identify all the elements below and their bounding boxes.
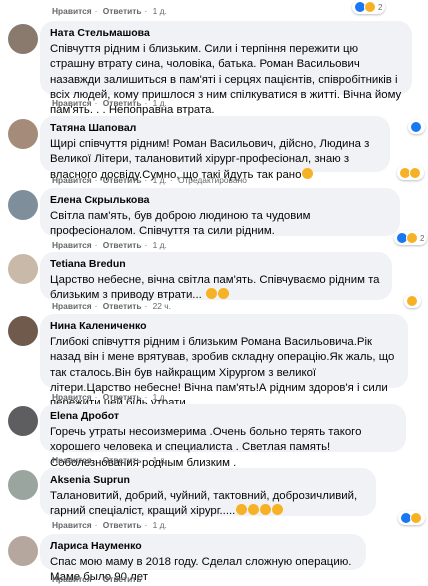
sad-reaction-icon <box>364 1 376 13</box>
like-link[interactable]: Нравится <box>52 520 92 530</box>
comment-author[interactable]: Лариса Науменко <box>50 540 356 553</box>
comment-meta: Нравится · Ответить · 1 д. · Отредактирован… <box>52 175 247 185</box>
comment-author[interactable]: Ната Стельмашова <box>50 27 402 40</box>
comment-text: Світла пам'ять, був доброю людиною та чу… <box>50 210 311 238</box>
comment-bubble: Нина Калениченко Глибокі співчуття рідни… <box>40 314 408 409</box>
sad-emoji-icon <box>205 288 217 300</box>
reaction-count: 2 <box>420 233 425 243</box>
comment-meta: Нравится · Ответить · 1 д. <box>52 520 167 530</box>
sad-emoji-icon <box>236 504 248 516</box>
like-link[interactable]: Нравится <box>52 392 92 402</box>
avatar[interactable] <box>8 190 38 220</box>
avatar[interactable] <box>8 406 38 436</box>
comment-meta: Нравится · Ответить <box>52 574 142 584</box>
reaction-badge[interactable] <box>408 120 425 134</box>
like-link[interactable]: Нравится <box>52 574 92 584</box>
sad-emoji-icon <box>260 504 272 516</box>
comment-meta: Нравится · Ответить · 1 д. <box>52 392 167 402</box>
comment-bubble: Tetiana Bredun Царство небесне, вічна св… <box>40 252 392 301</box>
comment-text: Царство небесне, вічна світла пам'ять. С… <box>50 274 380 302</box>
avatar[interactable] <box>8 316 38 346</box>
comment-author[interactable]: Tetiana Bredun <box>50 258 382 271</box>
reply-link[interactable]: Ответить <box>103 6 142 16</box>
timestamp[interactable]: 1 д. <box>153 455 167 465</box>
like-link[interactable]: Нравится <box>52 240 92 250</box>
comment-author[interactable]: Нина Калениченко <box>50 320 398 333</box>
avatar[interactable] <box>8 536 38 566</box>
reply-link[interactable]: Ответить <box>103 98 142 108</box>
reply-link[interactable]: Ответить <box>103 455 142 465</box>
timestamp[interactable]: 1 д. <box>153 240 167 250</box>
comment-author[interactable]: Елена Скрылькова <box>50 194 390 207</box>
timestamp[interactable]: 1 д. <box>153 392 167 402</box>
sad-emoji-icon <box>302 167 314 179</box>
comment-meta: Нравится · Ответить · 1 д. <box>52 455 167 465</box>
reply-link[interactable]: Ответить <box>103 175 142 185</box>
timestamp[interactable]: 22 ч. <box>153 301 171 311</box>
comment-bubble: Татяна Шаповал Щирі співчуття рідним! Ро… <box>40 116 390 181</box>
like-link[interactable]: Нравится <box>52 455 92 465</box>
edited-label: Отредактировано <box>177 175 247 185</box>
comment-author[interactable]: Aksenia Suprun <box>50 474 366 487</box>
sad-reaction-icon <box>406 232 418 244</box>
like-link[interactable]: Нравится <box>52 175 92 185</box>
timestamp[interactable]: 1 д. <box>153 98 167 108</box>
avatar[interactable] <box>8 470 38 500</box>
like-link[interactable]: Нравится <box>52 98 92 108</box>
like-link[interactable]: Нравится <box>52 6 92 16</box>
reply-link[interactable]: Ответить <box>103 392 142 402</box>
comment-author[interactable]: Elena Дробот <box>50 410 396 423</box>
sad-emoji-icon <box>272 504 284 516</box>
sad-emoji-icon <box>248 504 260 516</box>
comment-bubble: Aksenia Suprun Талановитий, добрий, чуйн… <box>40 468 376 517</box>
reaction-badge[interactable] <box>398 511 425 525</box>
like-reaction-icon <box>410 121 422 133</box>
comment-meta: Нравится · Ответить · 22 ч. <box>52 301 171 311</box>
reply-link[interactable]: Ответить <box>103 574 142 584</box>
sad-reaction-icon <box>410 512 422 524</box>
sad-reaction-icon <box>406 295 418 307</box>
comment-bubble: Elena Дробот Горечь утраты несоизмерима … <box>40 404 406 469</box>
reaction-badge[interactable] <box>397 166 424 180</box>
comment-meta: Нравится · Ответить · 1 д. <box>52 240 167 250</box>
comment-bubble: Лариса Науменко Спас мою маму в 2018 год… <box>40 534 366 583</box>
comment-bubble: Ната Стельмашова Співчуття рідним і близ… <box>40 21 412 116</box>
reaction-badge[interactable]: 2 <box>394 231 428 245</box>
sad-emoji-icon <box>217 288 229 300</box>
timestamp[interactable]: 1 д. <box>153 520 167 530</box>
reaction-badge[interactable] <box>404 294 421 308</box>
avatar[interactable] <box>8 254 38 284</box>
comment-meta-top: Нравится · Ответить · 1 д. <box>52 6 167 16</box>
reply-link[interactable]: Ответить <box>103 301 142 311</box>
comment-text: Талановитий, добрий, чуйний, тактовний, … <box>50 490 358 518</box>
sad-reaction-icon <box>409 167 421 179</box>
reaction-badge[interactable]: 2 <box>352 0 386 14</box>
comment-bubble: Елена Скрылькова Світла пам'ять, був доб… <box>40 188 400 237</box>
comment-author[interactable]: Татяна Шаповал <box>50 122 380 135</box>
comment-meta: Нравится · Ответить · 1 д. <box>52 98 167 108</box>
avatar[interactable] <box>8 24 38 54</box>
reply-link[interactable]: Ответить <box>103 240 142 250</box>
reply-link[interactable]: Ответить <box>103 520 142 530</box>
timestamp[interactable]: 1 д. <box>153 175 167 185</box>
avatar[interactable] <box>8 119 38 149</box>
reaction-count: 2 <box>378 2 383 12</box>
like-link[interactable]: Нравится <box>52 301 92 311</box>
timestamp[interactable]: 1 д. <box>153 6 167 16</box>
